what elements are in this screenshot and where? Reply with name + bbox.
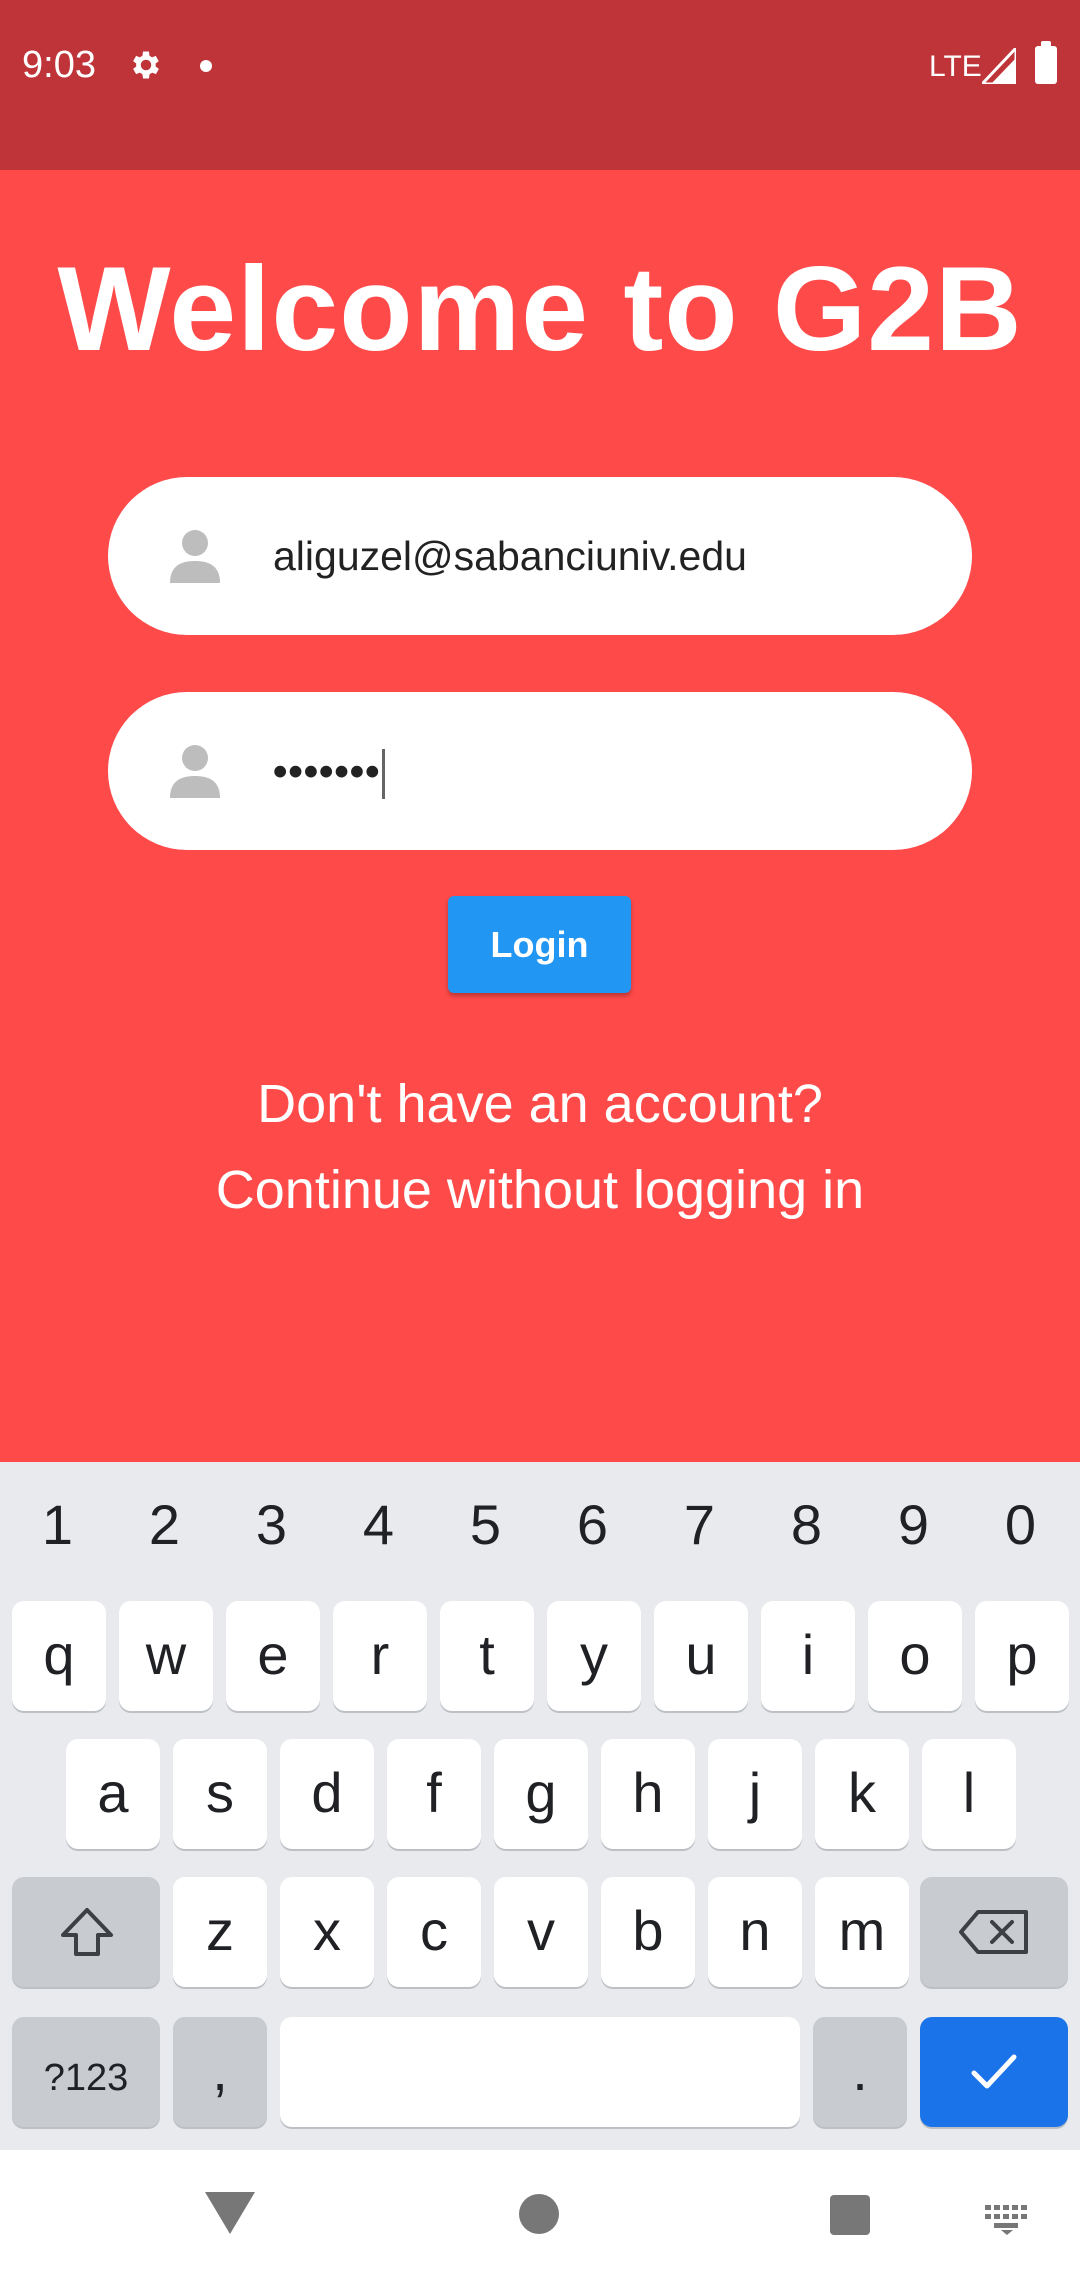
key-u[interactable]: u xyxy=(654,1601,748,1711)
status-bar: 9:03 LTE xyxy=(0,0,1080,170)
key-5[interactable]: 5 xyxy=(432,1492,539,1557)
email-value: aliguzel@sabanciuniv.edu xyxy=(273,533,747,579)
key-6[interactable]: 6 xyxy=(539,1492,646,1557)
key-2[interactable]: 2 xyxy=(111,1492,218,1557)
network-type-label: LTE xyxy=(929,50,982,83)
done-key[interactable] xyxy=(920,2017,1068,2127)
key-4[interactable]: 4 xyxy=(325,1492,432,1557)
key-e[interactable]: e xyxy=(226,1601,320,1711)
keyboard-switch-icon[interactable] xyxy=(985,2205,1029,2235)
keyboard-number-row: 1 2 3 4 5 6 7 8 9 0 xyxy=(0,1462,1080,1587)
soft-keyboard: 1 2 3 4 5 6 7 8 9 0 q w e r t y u i o p … xyxy=(0,1462,1080,2150)
key-z[interactable]: z xyxy=(173,1877,267,1987)
welcome-title: Welcome to G2B xyxy=(57,242,1023,376)
key-m[interactable]: m xyxy=(815,1877,909,1987)
key-b[interactable]: b xyxy=(601,1877,695,1987)
key-3[interactable]: 3 xyxy=(218,1492,325,1557)
battery-icon xyxy=(1035,41,1057,84)
shift-icon xyxy=(61,1908,113,1956)
key-s[interactable]: s xyxy=(173,1739,267,1849)
notification-dot-icon xyxy=(200,60,212,72)
person-icon xyxy=(170,530,220,583)
back-icon[interactable] xyxy=(205,2192,255,2234)
shift-key[interactable] xyxy=(12,1877,160,1987)
key-8[interactable]: 8 xyxy=(753,1492,860,1557)
key-f[interactable]: f xyxy=(387,1739,481,1849)
comma-key[interactable]: , xyxy=(173,2017,267,2127)
home-icon[interactable] xyxy=(519,2194,559,2234)
continue-without-login-link[interactable]: Continue without logging in xyxy=(0,1159,1080,1221)
key-i[interactable]: i xyxy=(761,1601,855,1711)
key-t[interactable]: t xyxy=(440,1601,534,1711)
key-7[interactable]: 7 xyxy=(646,1492,753,1557)
key-g[interactable]: g xyxy=(494,1739,588,1849)
period-key[interactable]: . xyxy=(813,2017,907,2127)
key-l[interactable]: l xyxy=(922,1739,1016,1849)
email-field[interactable]: aliguzel@sabanciuniv.edu xyxy=(108,477,972,635)
signal-icon xyxy=(982,48,1016,84)
checkmark-icon xyxy=(971,2054,1017,2089)
key-p[interactable]: p xyxy=(975,1601,1069,1711)
key-9[interactable]: 9 xyxy=(860,1492,967,1557)
password-value: ••••••• xyxy=(273,692,386,850)
backspace-key[interactable] xyxy=(920,1877,1068,1987)
key-x[interactable]: x xyxy=(280,1877,374,1987)
key-r[interactable]: r xyxy=(333,1601,427,1711)
key-d[interactable]: d xyxy=(280,1739,374,1849)
key-c[interactable]: c xyxy=(387,1877,481,1987)
status-time: 9:03 xyxy=(22,44,96,86)
symbols-key[interactable]: ?123 xyxy=(12,2017,160,2127)
signup-link[interactable]: Don't have an account? xyxy=(0,1073,1080,1135)
person-icon xyxy=(170,745,220,798)
login-button[interactable]: Login xyxy=(448,896,631,993)
key-0[interactable]: 0 xyxy=(967,1492,1074,1557)
key-q[interactable]: q xyxy=(12,1601,106,1711)
key-w[interactable]: w xyxy=(119,1601,213,1711)
password-dots: ••••••• xyxy=(273,748,381,794)
text-caret xyxy=(382,749,386,800)
navigation-bar xyxy=(0,2150,1080,2280)
key-1[interactable]: 1 xyxy=(4,1492,111,1557)
key-h[interactable]: h xyxy=(601,1739,695,1849)
space-key[interactable] xyxy=(280,2017,800,2127)
key-y[interactable]: y xyxy=(547,1601,641,1711)
key-v[interactable]: v xyxy=(494,1877,588,1987)
backspace-icon xyxy=(959,1910,1028,1954)
key-j[interactable]: j xyxy=(708,1739,802,1849)
key-k[interactable]: k xyxy=(815,1739,909,1849)
gear-icon xyxy=(133,51,159,79)
key-n[interactable]: n xyxy=(708,1877,802,1987)
key-o[interactable]: o xyxy=(868,1601,962,1711)
symbols-key-label: ?123 xyxy=(43,2057,129,2099)
recents-icon[interactable] xyxy=(830,2195,870,2235)
password-field[interactable]: ••••••• xyxy=(108,692,972,850)
key-a[interactable]: a xyxy=(66,1739,160,1849)
